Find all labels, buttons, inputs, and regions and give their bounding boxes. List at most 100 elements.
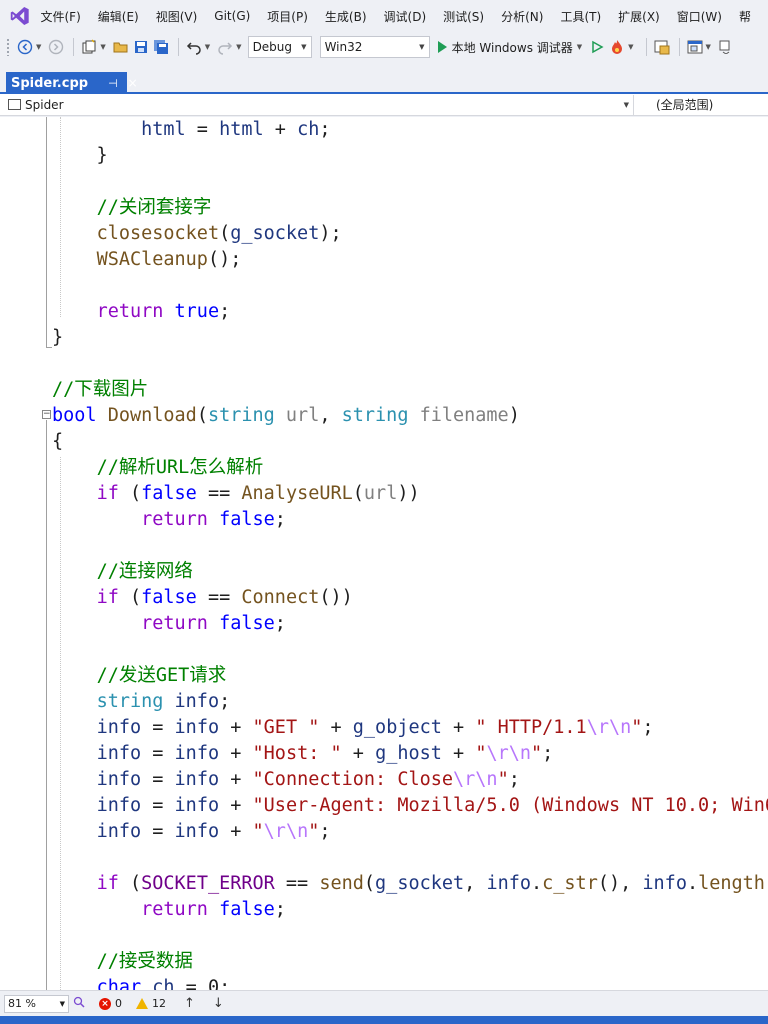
new-project-icon[interactable] — [80, 38, 98, 56]
code-token: = — [141, 717, 175, 738]
tab-spider-cpp[interactable]: Spider.cpp ⊣ × — [6, 72, 138, 94]
menu-item[interactable]: 扩展(X) — [618, 8, 660, 25]
toolbar-grip[interactable] — [6, 38, 10, 56]
undo-icon[interactable] — [185, 38, 203, 56]
code-token: ch — [297, 119, 320, 140]
intellicode-icon[interactable] — [73, 996, 85, 1011]
code-line[interactable]: //下载图片 — [52, 377, 768, 403]
code-token: SOCKET_ERROR — [141, 873, 275, 894]
start-without-debugging-icon[interactable] — [588, 38, 606, 56]
menu-item[interactable]: 分析(N) — [501, 8, 543, 25]
menu-item[interactable]: Git(G) — [214, 9, 250, 23]
menu-item[interactable]: 帮 — [739, 8, 751, 25]
save-icon[interactable] — [132, 38, 150, 56]
code-line[interactable]: info = info + "Host: " + g_host + "\r\n"… — [52, 741, 768, 767]
warning-count[interactable]: 12 — [136, 997, 166, 1010]
document-tab-strip: Spider.cpp ⊣ × — [0, 62, 768, 94]
solution-explorer-icon[interactable] — [653, 38, 671, 56]
code-line[interactable] — [52, 273, 768, 299]
code-editor[interactable]: − html = html + ch; } //关闭套接字 closesocke… — [0, 117, 768, 990]
code-line[interactable]: //关闭套接字 — [52, 195, 768, 221]
code-line[interactable]: //连接网络 — [52, 559, 768, 585]
code-line[interactable]: } — [52, 143, 768, 169]
code-line[interactable]: info = info + "GET " + g_object + " HTTP… — [52, 715, 768, 741]
global-scope-select[interactable]: (全局范围) — [634, 96, 713, 113]
undo-dropdown-icon[interactable]: ▼ — [205, 43, 210, 51]
code-line[interactable]: bool Download(string url, string filenam… — [52, 403, 768, 429]
redo-icon[interactable] — [216, 38, 234, 56]
code-line[interactable]: //解析URL怎么解析 — [52, 455, 768, 481]
window-layout-icon[interactable] — [686, 38, 704, 56]
toolbar-overflow-icon[interactable] — [717, 38, 735, 56]
code-line[interactable]: if (false == AnalyseURL(url)) — [52, 481, 768, 507]
menu-item[interactable]: 生成(B) — [325, 8, 367, 25]
next-issue-icon[interactable]: ↓ — [213, 996, 224, 1011]
window-layout-dropdown-icon[interactable]: ▼ — [706, 43, 711, 51]
code-line[interactable]: //接受数据 — [52, 949, 768, 975]
code-line[interactable]: return false; — [52, 507, 768, 533]
menu-item[interactable]: 调试(D) — [384, 8, 427, 25]
error-count[interactable]: × 0 — [99, 997, 122, 1010]
pin-tab-icon[interactable]: ⊣ — [108, 77, 118, 90]
code-line[interactable]: if (SOCKET_ERROR == send(g_socket, info.… — [52, 871, 768, 897]
code-line[interactable]: WSACleanup(); — [52, 247, 768, 273]
fold-collapse-icon[interactable]: − — [42, 410, 51, 419]
menu-item[interactable]: 测试(S) — [443, 8, 484, 25]
code-token: info — [174, 743, 220, 764]
code-token: ( — [118, 587, 142, 608]
new-project-dropdown-icon[interactable]: ▼ — [100, 43, 105, 51]
code-token: + — [441, 743, 476, 764]
solution-platform-select[interactable]: Win32 ▼ — [319, 36, 430, 58]
code-line[interactable] — [52, 351, 768, 377]
code-line[interactable]: info = info + "\r\n"; — [52, 819, 768, 845]
menu-item[interactable]: 文件(F) — [40, 8, 80, 25]
code-token: //解析URL怎么解析 — [96, 457, 264, 478]
code-line[interactable] — [52, 637, 768, 663]
code-line[interactable]: if (false == Connect()) — [52, 585, 768, 611]
solution-configuration-select[interactable]: Debug ▼ — [247, 36, 312, 58]
navigate-back-dropdown-icon[interactable]: ▼ — [36, 43, 41, 51]
code-token: + — [219, 769, 253, 790]
code-line[interactable]: return false; — [52, 897, 768, 923]
close-tab-icon[interactable]: × — [128, 76, 138, 90]
previous-issue-icon[interactable]: ↑ — [184, 996, 195, 1011]
start-debugging-button[interactable]: 本地 Windows 调试器 — [437, 39, 573, 56]
code-token: ()) — [319, 587, 353, 608]
navigate-forward-icon[interactable] — [47, 38, 65, 56]
menu-item[interactable]: 项目(P) — [267, 8, 308, 25]
zoom-level-select[interactable]: 81 % ▼ — [4, 994, 69, 1013]
menu-item[interactable]: 视图(V) — [156, 8, 198, 25]
save-all-icon[interactable] — [152, 38, 170, 56]
code-line[interactable]: return false; — [52, 611, 768, 637]
code-line[interactable]: } — [52, 325, 768, 351]
code-line[interactable]: string info; — [52, 689, 768, 715]
visual-studio-logo-icon[interactable] — [9, 5, 30, 27]
code-line[interactable] — [52, 533, 768, 559]
code-line[interactable]: { — [52, 429, 768, 455]
project-scope-select[interactable]: Spider ▼ — [0, 94, 634, 115]
code-line[interactable]: return true; — [52, 299, 768, 325]
code-line[interactable]: char ch = 0; — [52, 975, 768, 990]
code-line[interactable]: closesocket(g_socket); — [52, 221, 768, 247]
redo-dropdown-icon[interactable]: ▼ — [236, 43, 241, 51]
code-line[interactable] — [52, 169, 768, 195]
code-line[interactable]: info = info + "User-Agent: Mozilla/5.0 (… — [52, 793, 768, 819]
code-line[interactable]: html = html + ch; — [52, 117, 768, 143]
menu-item[interactable]: 编辑(E) — [98, 8, 139, 25]
open-file-icon[interactable] — [112, 38, 130, 56]
code-line[interactable]: info = info + "Connection: Close\r\n"; — [52, 767, 768, 793]
code-token: false — [219, 899, 275, 920]
menu-item[interactable]: 窗口(W) — [677, 8, 722, 25]
navigate-back-icon[interactable] — [16, 38, 34, 56]
code-line[interactable] — [52, 845, 768, 871]
hot-reload-icon[interactable] — [608, 38, 626, 56]
code-line[interactable] — [52, 923, 768, 949]
menu-item[interactable]: 工具(T) — [560, 8, 601, 25]
hot-reload-dropdown-icon[interactable]: ▼ — [628, 43, 633, 51]
code-line[interactable]: //发送GET请求 — [52, 663, 768, 689]
code-token: \r\n — [586, 717, 632, 738]
debug-target-dropdown-icon[interactable]: ▼ — [577, 43, 582, 51]
